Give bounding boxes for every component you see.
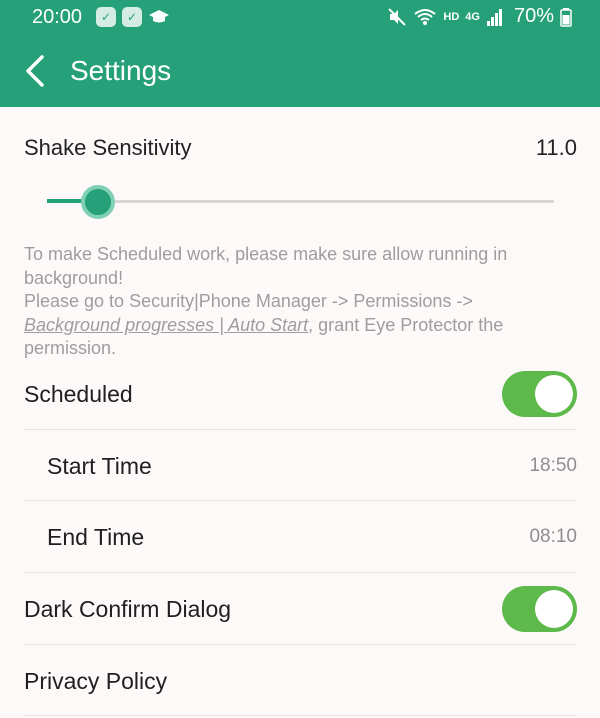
divider (24, 715, 576, 716)
dark-confirm-dialog-label: Dark Confirm Dialog (24, 596, 232, 622)
wifi-icon (414, 8, 437, 25)
end-time-value: 08:10 (529, 526, 577, 547)
shake-sensitivity-value: 11.0 (535, 135, 577, 160)
start-time-value: 18:50 (529, 455, 577, 476)
page-title: Settings (70, 55, 172, 86)
scheduled-label: Scheduled (24, 381, 133, 407)
privacy-policy-label: Privacy Policy (24, 668, 168, 694)
status-system-icons: HD 4G 70% (387, 5, 572, 28)
start-time-row[interactable]: Start Time 18:50 (0, 430, 600, 502)
back-button[interactable] (18, 53, 54, 89)
signal-icon (486, 8, 502, 26)
toggle-knob (535, 590, 573, 628)
network-type-indicator: 4G (465, 10, 480, 23)
notification-check-icon: ✓ (96, 7, 116, 27)
slider-thumb[interactable] (80, 185, 115, 219)
scheduled-row[interactable]: Scheduled (0, 358, 600, 430)
shake-sensitivity-slider[interactable] (47, 185, 554, 219)
slider-track (47, 200, 554, 203)
battery-icon (560, 7, 572, 27)
toggle-knob (535, 375, 573, 413)
end-time-label: End Time (47, 524, 145, 550)
notice-line-1: To make Scheduled work, please make sure… (24, 244, 508, 288)
hd-indicator: HD (443, 10, 460, 23)
shake-sensitivity-label: Shake Sensitivity (24, 135, 192, 160)
graduation-cap-icon (149, 10, 169, 23)
privacy-policy-row[interactable]: Privacy Policy (0, 645, 600, 717)
battery-percent: 70% (513, 5, 554, 27)
background-permission-notice: To make Scheduled work, please make sure… (24, 243, 564, 361)
notification-check-icon: ✓ (122, 7, 142, 27)
auto-start-link[interactable]: Background progresses | Auto Start (24, 315, 308, 335)
shake-sensitivity-row: Shake Sensitivity 11.0 (0, 135, 600, 165)
end-time-row[interactable]: End Time 08:10 (0, 501, 600, 573)
dark-confirm-dialog-row[interactable]: Dark Confirm Dialog (0, 573, 600, 645)
start-time-label: Start Time (47, 453, 152, 479)
status-notification-icons: ✓ ✓ (96, 7, 170, 27)
mute-icon (388, 7, 407, 26)
notice-line-2: Please go to Security|Phone Manager -> P… (24, 291, 473, 311)
dark-confirm-dialog-toggle[interactable] (502, 586, 577, 632)
app-bar: Settings (0, 36, 600, 107)
scheduled-toggle[interactable] (502, 371, 577, 417)
status-bar: 20:00 ✓ ✓ HD 4G 70% (0, 0, 600, 36)
status-time: 20:00 (32, 6, 83, 28)
